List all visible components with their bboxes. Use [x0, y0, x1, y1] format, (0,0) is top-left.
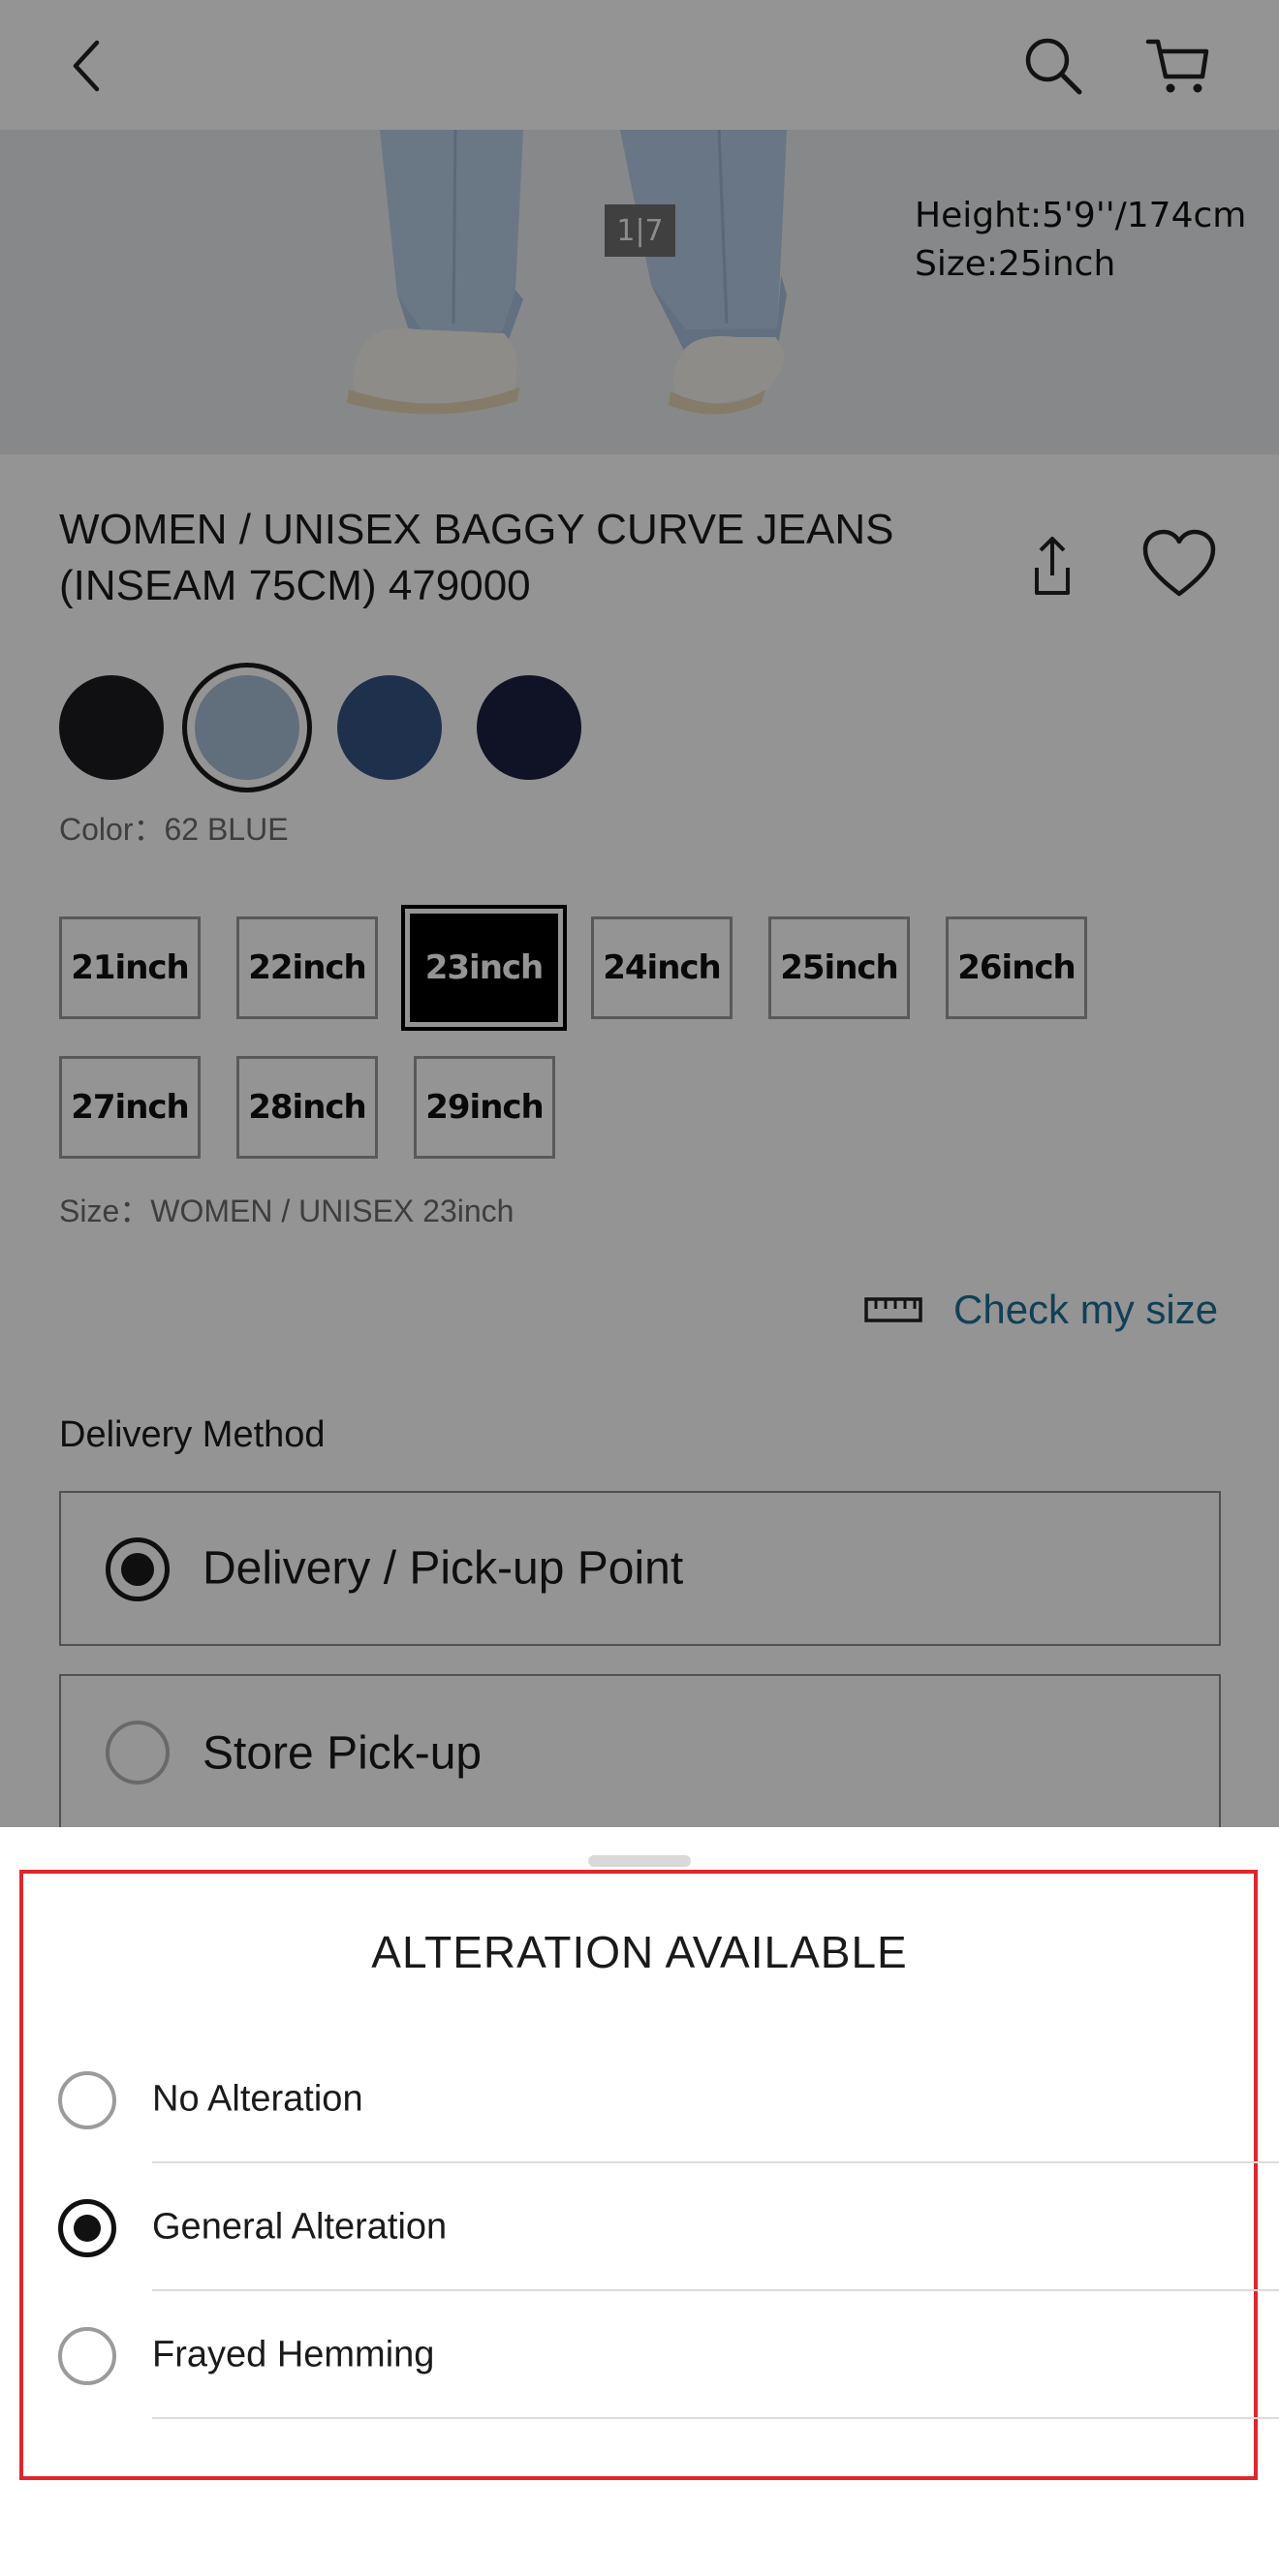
sheet-title: ALTERATION AVAILABLE — [371, 1927, 908, 1977]
alteration-option-frayed-hemming[interactable]: Frayed Hemming — [0, 2291, 1279, 2419]
radio-selected-icon — [58, 2199, 116, 2257]
alteration-option-general[interactable]: General Alteration — [0, 2163, 1279, 2291]
radio-unselected-icon — [58, 2071, 116, 2129]
sheet-drag-handle[interactable] — [588, 1855, 691, 1867]
alteration-option-label: General Alteration — [152, 2206, 448, 2248]
alteration-option-label: Frayed Hemming — [152, 2334, 435, 2375]
divider — [152, 2417, 1279, 2419]
alteration-option-no-alteration[interactable]: No Alteration — [0, 2035, 1279, 2163]
radio-unselected-icon — [58, 2327, 116, 2385]
modal-backdrop[interactable] — [0, 0, 1279, 1827]
alteration-option-label: No Alteration — [152, 2078, 363, 2120]
